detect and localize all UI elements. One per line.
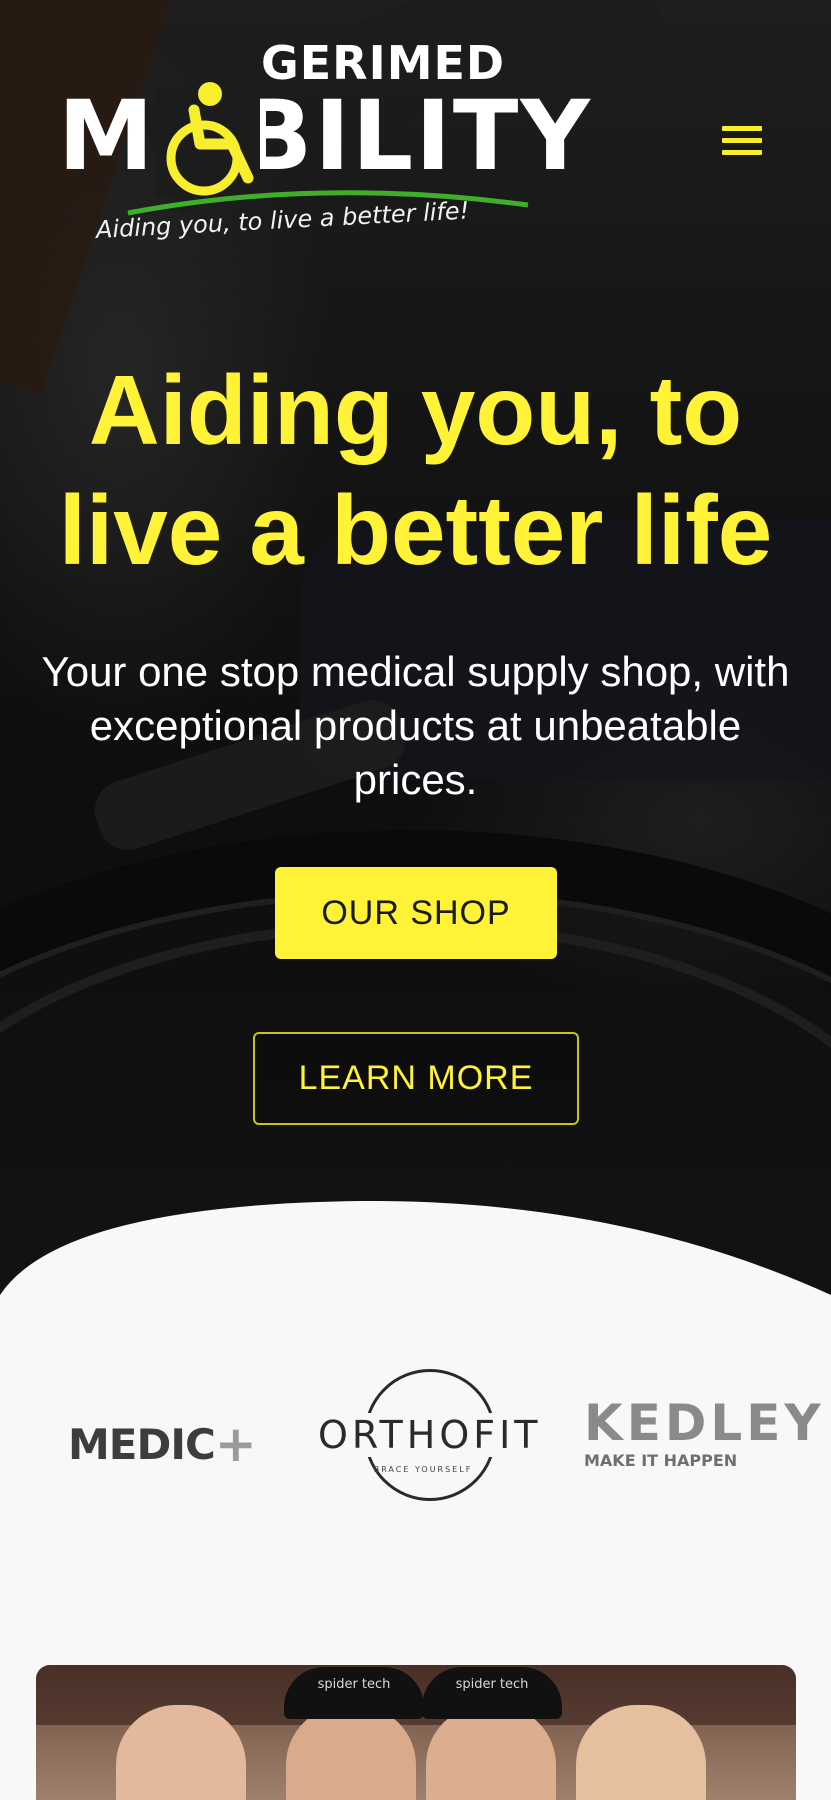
hero-subtext: Your one stop medical supply shop, with … (41, 648, 790, 803)
learn-more-button[interactable]: LEARN MORE (253, 1032, 579, 1125)
wheelchair-icon (156, 82, 260, 196)
hamburger-menu-icon[interactable] (720, 126, 764, 160)
brand-logo-orthofit[interactable]: ORTHOFIT BRACE YOURSELF (318, 1369, 538, 1509)
hero-section: GERIMED MOBILITY Aiding you, to live a b… (0, 0, 831, 1320)
section-curve-divider (0, 1200, 831, 1355)
cap-label: spider tech (284, 1667, 424, 1719)
logo-mobility-text: MOBILITY (58, 80, 592, 192)
store-photo: spider tech spider tech (36, 1665, 796, 1800)
brand-logos-strip: MEDIC+ ORTHOFIT BRACE YOURSELF KEDLEY MA… (0, 1355, 831, 1515)
cap-label: spider tech (422, 1667, 562, 1719)
plus-icon: + (214, 1415, 257, 1473)
brand-logo-medic[interactable]: MEDIC+ (68, 1413, 257, 1473)
our-shop-button[interactable]: OUR SHOP (275, 867, 557, 959)
brand-logo-kedley[interactable]: KEDLEY MAKE IT HAPPEN (584, 1395, 825, 1470)
hero-headline: Aiding you, to live a better life (58, 355, 773, 585)
site-logo[interactable]: GERIMED MOBILITY Aiding you, to live a b… (58, 28, 590, 248)
